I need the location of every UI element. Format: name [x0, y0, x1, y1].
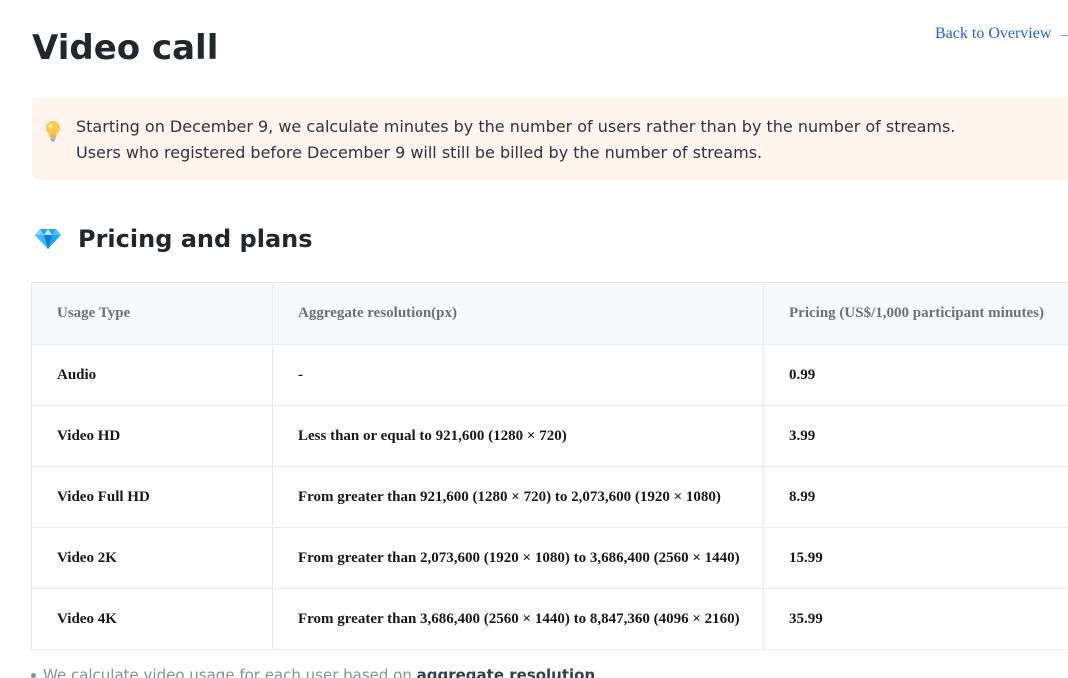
table-row: Video 4K From greater than 3,686,400 (25…	[31, 588, 1068, 650]
resolution-cell: From greater than 3,686,400 (2560 × 1440…	[272, 588, 764, 650]
table-header-row: Usage Type Aggregate resolution(px) Pric…	[31, 282, 1068, 345]
notice-line-1: Starting on December 9, we calculate min…	[76, 117, 956, 136]
section-title: Pricing and plans	[78, 225, 313, 253]
pricing-table: Usage Type Aggregate resolution(px) Pric…	[31, 282, 1068, 650]
resolution-cell: From greater than 2,073,600 (1920 × 1080…	[272, 527, 764, 589]
price-cell: 8.99	[763, 466, 1068, 528]
back-to-overview-link[interactable]: Back to Overview →	[935, 24, 1068, 44]
usage-type-cell: Video 2K	[31, 527, 273, 589]
diamond-icon	[35, 229, 61, 249]
resolution-cell: From greater than 921,600 (1280 × 720) t…	[272, 466, 764, 528]
table-row: Audio - 0.99	[31, 344, 1068, 406]
resolution-cell: Less than or equal to 921,600 (1280 × 72…	[272, 405, 764, 467]
resolution-cell: -	[272, 344, 764, 406]
price-cell: 0.99	[763, 344, 1068, 406]
column-header-pricing: Pricing (US$/1,000 participant minutes)	[763, 282, 1068, 345]
table-row: Video HD Less than or equal to 921,600 (…	[31, 405, 1068, 467]
usage-type-cell: Video Full HD	[31, 466, 273, 528]
page-title: Video call	[32, 28, 219, 68]
back-link-label: Back to Overview	[935, 25, 1052, 42]
lightbulb-icon	[46, 121, 60, 142]
footnote-bold-term: aggregate resolution	[416, 666, 596, 678]
usage-type-cell: Audio	[31, 344, 273, 406]
footnote: We calculate video usage for each user b…	[31, 664, 595, 678]
column-header-usage-type: Usage Type	[31, 282, 273, 345]
price-cell: 3.99	[763, 405, 1068, 467]
price-cell: 15.99	[763, 527, 1068, 589]
price-cell: 35.99	[763, 588, 1068, 650]
notice-line-2: Users who registered before December 9 w…	[76, 143, 763, 162]
usage-type-cell: Video HD	[31, 405, 273, 467]
column-header-aggregate-resolution: Aggregate resolution(px)	[272, 282, 764, 345]
usage-type-cell: Video 4K	[31, 588, 273, 650]
notice-banner: Starting on December 9, we calculate min…	[32, 97, 1068, 180]
footnote-text: We calculate video usage for each user b…	[43, 666, 417, 678]
table-row: Video 2K From greater than 2,073,600 (19…	[31, 527, 1068, 589]
bullet-icon	[31, 673, 36, 678]
table-row: Video Full HD From greater than 921,600 …	[31, 466, 1068, 528]
arrow-right-icon: →	[1057, 25, 1068, 42]
